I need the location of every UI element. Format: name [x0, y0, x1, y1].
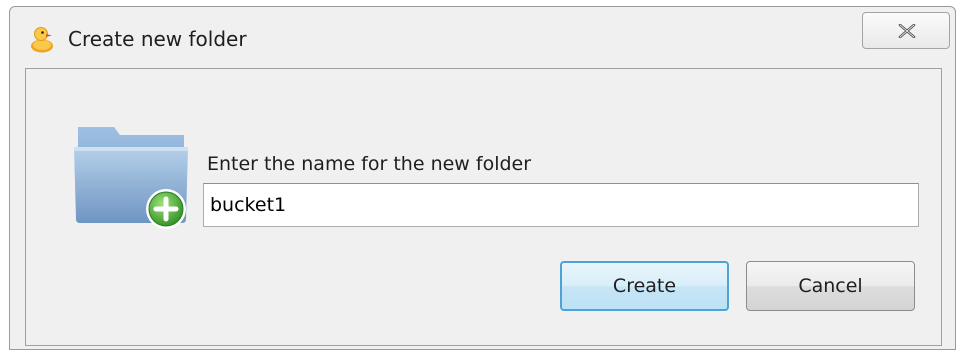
create-button[interactable]: Create	[560, 261, 729, 311]
create-folder-dialog: Create new folder Enter the name for the…	[9, 6, 956, 350]
window-title: Create new folder	[68, 27, 247, 51]
title-bar[interactable]: Create new folder	[10, 7, 955, 69]
folder-name-label: Enter the name for the new folder	[207, 153, 532, 175]
cancel-button[interactable]: Cancel	[746, 261, 915, 311]
duck-icon	[30, 25, 54, 53]
folder-name-input[interactable]	[203, 183, 919, 227]
folder-add-icon	[64, 121, 190, 231]
dialog-content: Enter the name for the new folder Create…	[25, 68, 942, 346]
close-icon	[898, 24, 916, 38]
close-button[interactable]	[862, 12, 950, 49]
